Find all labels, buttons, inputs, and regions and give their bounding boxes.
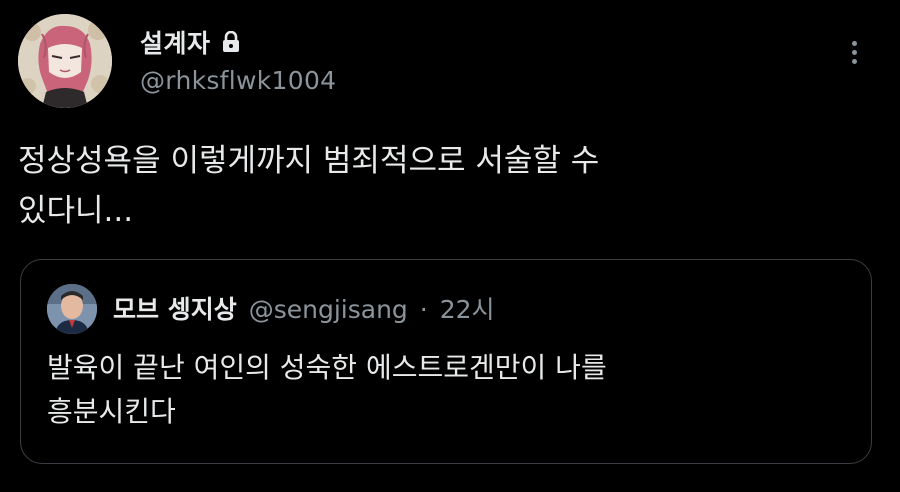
quoted-tweet-text: 발육이 끝난 여인의 성숙한 에스트로겐만이 나를 흥분시킨다 — [47, 351, 607, 428]
avatar-illustration — [18, 14, 112, 108]
more-dot — [851, 40, 857, 46]
more-dot — [851, 49, 857, 55]
quoted-tweet-header: 모브 셍지상 @sengjisang · 22시 — [113, 290, 495, 326]
tweet: 설계자 @rhksflwk1004 정상성욕을 이렇게까지 범죄적으로 서술할 … — [0, 0, 900, 492]
author-avatar[interactable] — [18, 14, 112, 108]
quoted-avatar-illustration — [47, 284, 97, 334]
author-display-name[interactable]: 설계자 — [140, 24, 211, 60]
quoted-tweet-card[interactable]: 모브 셍지상 @sengjisang · 22시 발육이 끝난 여인의 성숙한 … — [20, 259, 872, 464]
quoted-tweet-time[interactable]: 22시 — [440, 290, 495, 326]
quoted-author-handle[interactable]: @sengjisang — [249, 295, 408, 324]
header-separator: · — [419, 295, 428, 324]
quoted-author-avatar[interactable] — [47, 284, 97, 334]
lock-icon — [221, 30, 241, 53]
author-name-row: 설계자 — [140, 24, 241, 60]
tweet-text: 정상성욕을 이렇게까지 범죄적으로 서술할 수 있다니... — [18, 143, 600, 229]
quoted-author-display-name[interactable]: 모브 셍지상 — [113, 290, 237, 326]
more-vertical-icon[interactable] — [838, 34, 870, 70]
author-handle[interactable]: @rhksflwk1004 — [140, 66, 336, 95]
more-dot — [851, 58, 857, 64]
